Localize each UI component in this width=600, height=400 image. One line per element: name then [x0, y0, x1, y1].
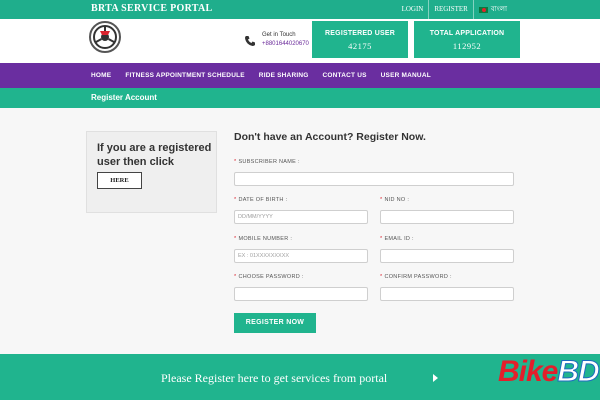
subscriber-name-input[interactable]	[234, 172, 514, 186]
main-nav: HOME FITNESS APPOINTMENT SCHEDULE RIDE S…	[0, 63, 600, 88]
section-header: Register Account	[0, 88, 600, 108]
nav-item-fitness-appointment[interactable]: FITNESS APPOINTMENT SCHEDULE	[125, 72, 244, 79]
top-bar: BRTA SERVICE PORTAL LOGIN REGISTER বাংলা	[0, 0, 600, 19]
login-prompt-text: If you are a registered user then click	[97, 142, 212, 169]
section-title: Register Account	[91, 93, 157, 102]
nav-item-contact-us[interactable]: CONTACT US	[323, 72, 367, 79]
required-marker: *	[380, 236, 383, 242]
brta-logo[interactable]	[89, 21, 121, 53]
choose-password-label: * CHOOSE PASSWORD :	[234, 274, 304, 280]
email-input[interactable]	[380, 249, 514, 263]
footer-text[interactable]: Please Register here to get services fro…	[161, 371, 387, 386]
phone-icon	[245, 36, 255, 46]
email-label: * EMAIL ID :	[380, 236, 414, 242]
confirm-password-label: * CONFIRM PASSWORD :	[380, 274, 452, 280]
required-marker: *	[380, 274, 383, 280]
bikebd-watermark: BikeBD	[498, 355, 600, 389]
mobile-number-label: * MOBILE NUMBER :	[234, 236, 293, 242]
nid-label: * NID NO :	[380, 197, 410, 203]
bangladesh-flag-icon	[478, 6, 488, 13]
language-label: বাংলা	[490, 5, 507, 13]
required-marker: *	[234, 197, 237, 203]
register-link[interactable]: REGISTER	[428, 0, 472, 19]
mobile-number-input[interactable]: EX : 01XXXXXXXXX	[234, 249, 368, 263]
nid-input[interactable]	[380, 210, 514, 224]
required-marker: *	[234, 274, 237, 280]
form-heading: Don't have an Account? Register Now.	[234, 131, 426, 143]
subscriber-name-label: * SUBSCRIBER NAME :	[234, 159, 300, 165]
language-switch[interactable]: বাংলা	[472, 0, 512, 19]
get-in-touch-label: Get in Touch	[262, 32, 296, 38]
top-links: LOGIN REGISTER বাংলা	[397, 0, 512, 19]
nav-item-home[interactable]: HOME	[91, 72, 111, 79]
choose-password-input[interactable]	[234, 287, 368, 301]
portal-title: BRTA SERVICE PORTAL	[91, 3, 213, 14]
login-link[interactable]: LOGIN	[397, 0, 429, 19]
total-application-stat: TOTAL APPLICATION 112952	[414, 21, 520, 58]
watermark-part-2: BD	[557, 355, 600, 389]
stat-label: REGISTERED USER	[325, 30, 395, 37]
nav-item-user-manual[interactable]: USER MANUAL	[381, 72, 431, 79]
stat-label: TOTAL APPLICATION	[429, 30, 505, 37]
required-marker: *	[234, 159, 237, 165]
login-prompt-card: If you are a registered user then click …	[86, 131, 217, 213]
date-of-birth-label: * DATE OF BIRTH :	[234, 197, 288, 203]
stat-value: 42175	[348, 41, 372, 51]
nav-item-ride-sharing[interactable]: RIDE SHARING	[259, 72, 309, 79]
arrow-right-icon	[433, 374, 438, 382]
brta-emblem-icon	[93, 25, 117, 49]
register-now-button[interactable]: REGISTER NOW	[234, 313, 316, 333]
contact-phone[interactable]: +8801644020670	[262, 41, 309, 47]
required-marker: *	[234, 236, 237, 242]
stat-value: 112952	[452, 41, 482, 51]
here-login-button[interactable]: HERE	[97, 172, 142, 189]
watermark-part-1: Bike	[498, 355, 558, 388]
confirm-password-input[interactable]	[380, 287, 514, 301]
required-marker: *	[380, 197, 383, 203]
date-of-birth-input[interactable]: DD/MM/YYYY	[234, 210, 368, 224]
registered-user-stat: REGISTERED USER 42175	[312, 21, 408, 58]
